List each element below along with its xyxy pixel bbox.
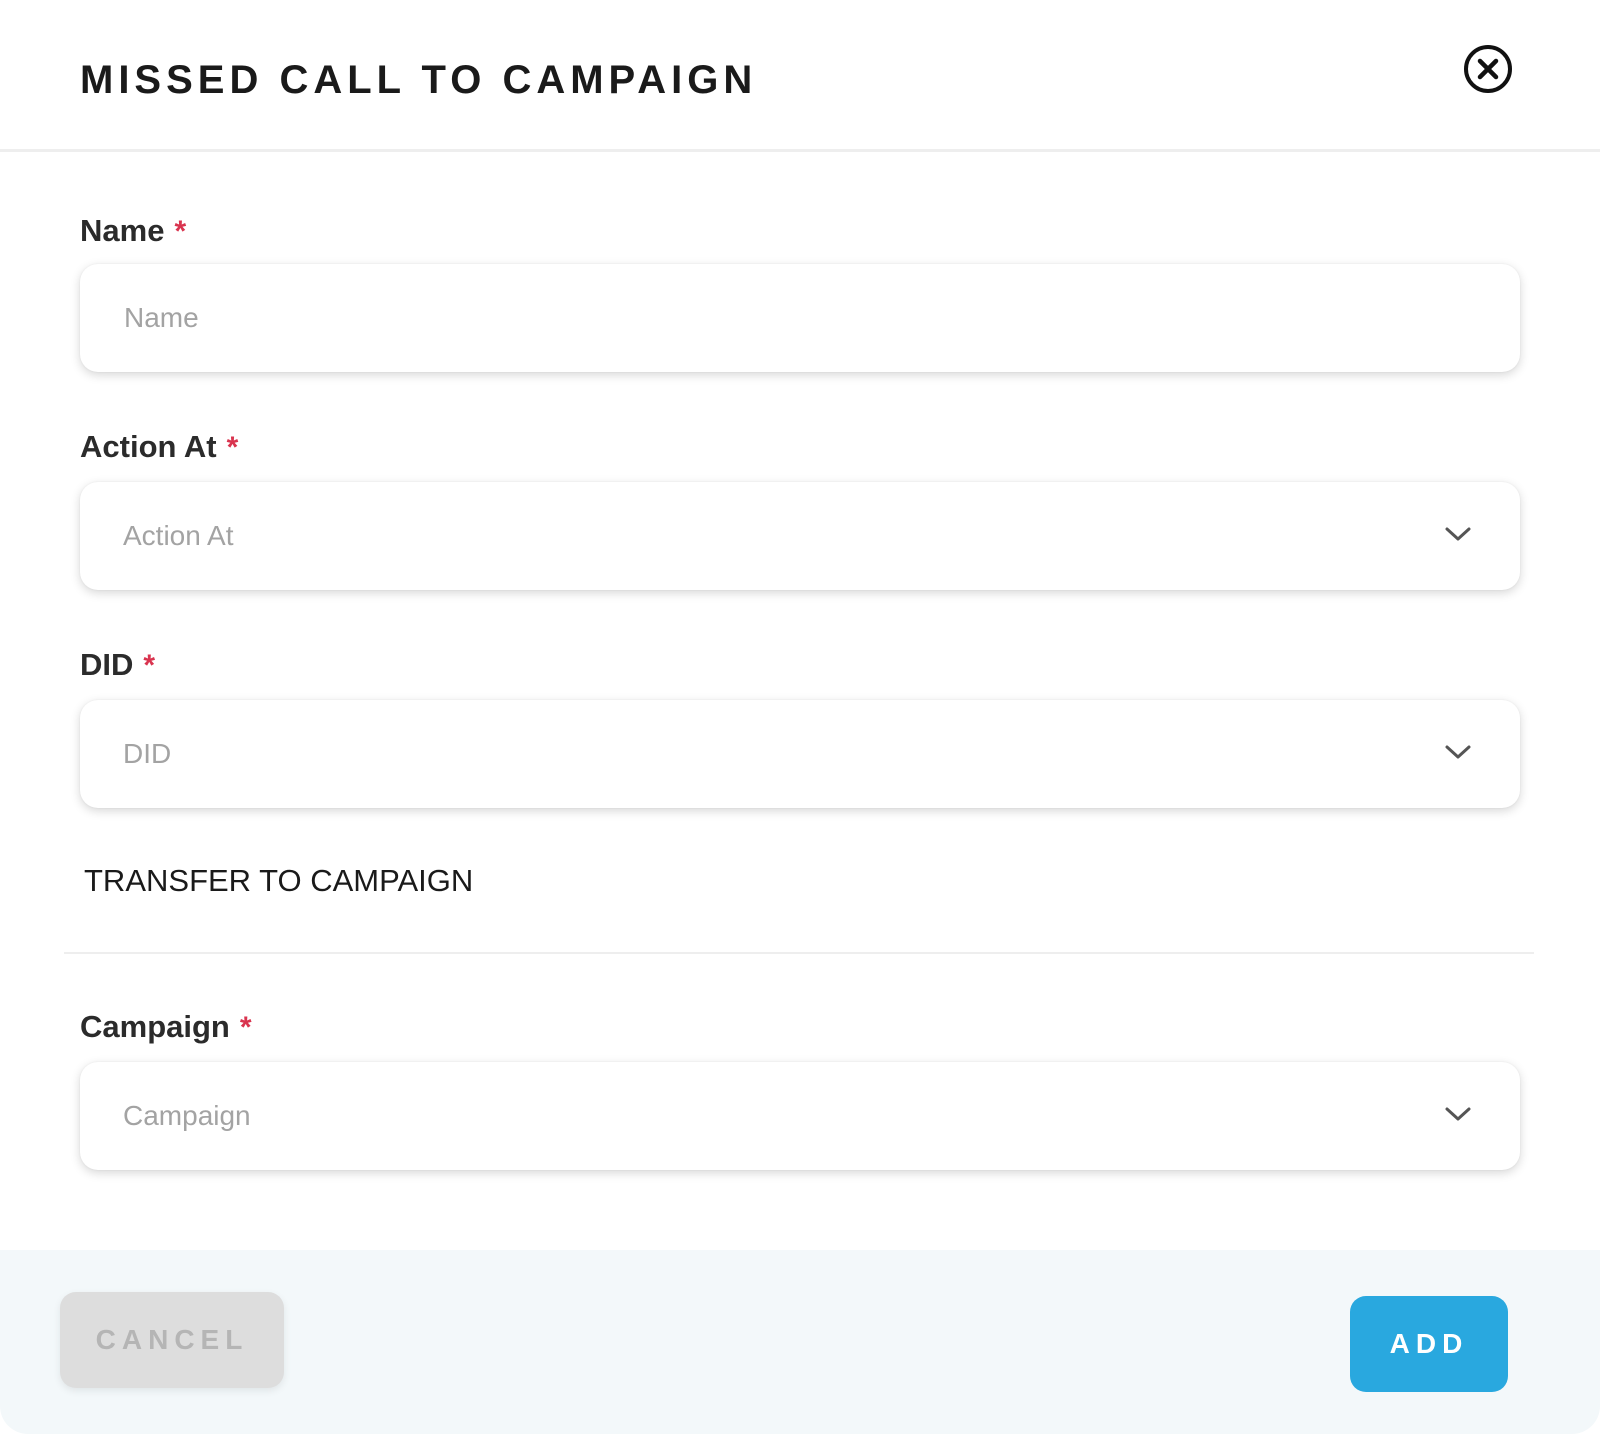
name-input[interactable] [80, 264, 1520, 372]
chevron-down-icon [1445, 1107, 1471, 1121]
campaign-placeholder: Campaign [123, 1100, 251, 1131]
action-at-select[interactable]: Action At [80, 482, 1520, 590]
modal-footer: CANCEL ADD [0, 1250, 1600, 1434]
required-marker: * [174, 215, 187, 248]
name-input-wrapper [80, 264, 1520, 372]
modal-title: MISSED CALL TO CAMPAIGN [80, 58, 758, 102]
transfer-section-title: TRANSFER TO CAMPAIGN [84, 863, 474, 898]
required-marker: * [239, 1011, 252, 1044]
did-label-text: DID [80, 647, 134, 682]
did-select[interactable]: DID [80, 700, 1520, 808]
close-icon[interactable] [1463, 44, 1513, 94]
add-button[interactable]: ADD [1350, 1296, 1508, 1392]
chevron-down-icon [1445, 527, 1471, 541]
name-field-label: Name * [80, 212, 186, 251]
required-marker: * [143, 649, 156, 682]
section-divider [64, 952, 1534, 954]
action-at-placeholder: Action At [123, 520, 234, 551]
did-placeholder: DID [123, 738, 172, 769]
chevron-down-icon [1445, 745, 1471, 759]
did-field-label: DID * [80, 646, 155, 685]
modal-header: MISSED CALL TO CAMPAIGN [0, 0, 1600, 152]
missed-call-to-campaign-modal: MISSED CALL TO CAMPAIGN Name * Action At *… [0, 0, 1600, 1434]
campaign-select[interactable]: Campaign [80, 1062, 1520, 1170]
name-label-text: Name [80, 213, 165, 248]
required-marker: * [226, 431, 239, 464]
campaign-field-label: Campaign * [80, 1008, 252, 1047]
action-at-label-text: Action At [80, 429, 217, 464]
campaign-label-text: Campaign [80, 1009, 230, 1044]
cancel-button[interactable]: CANCEL [60, 1292, 284, 1388]
action-at-field-label: Action At * [80, 428, 238, 467]
